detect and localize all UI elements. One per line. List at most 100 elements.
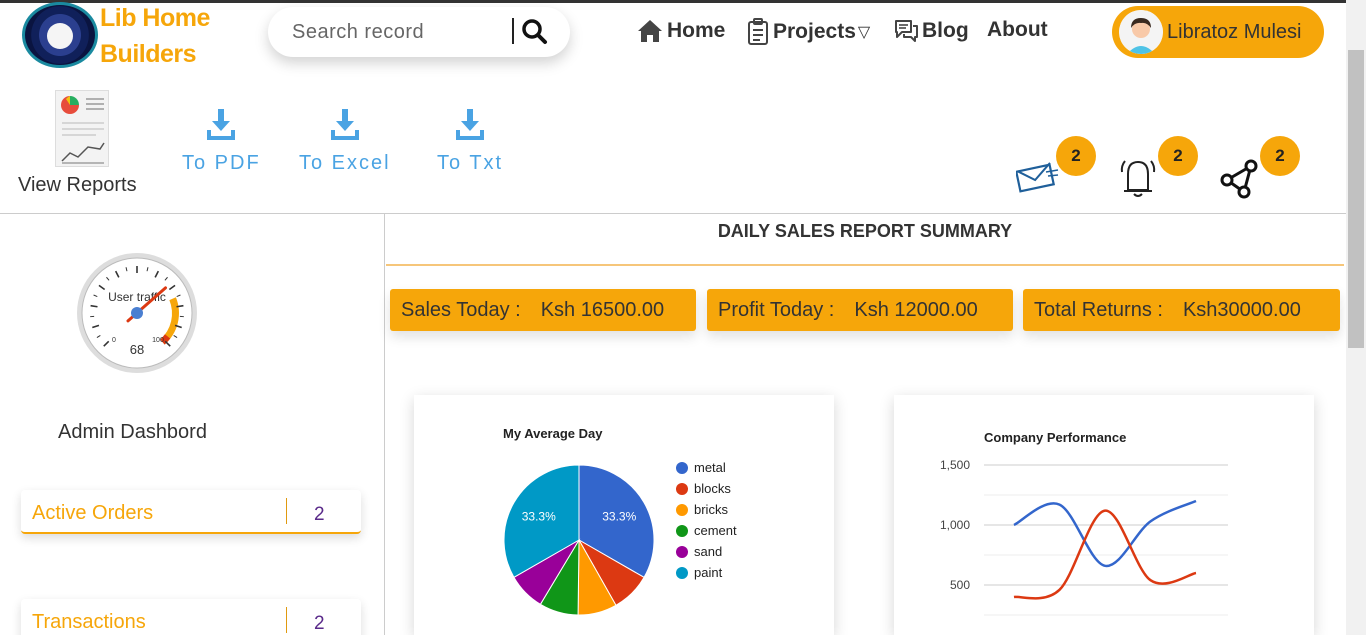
pie-chart-title: My Average Day <box>503 426 603 441</box>
scrollbar-thumb[interactable] <box>1348 50 1364 348</box>
brand-line-2: Builders <box>100 40 197 68</box>
legend-item-paint[interactable]: paint <box>676 562 737 583</box>
bell-icon <box>1120 160 1156 197</box>
gauge-hub <box>131 307 143 319</box>
profit-today-kpi: Profit Today : Ksh 12000.00 <box>707 289 1013 331</box>
legend-swatch <box>676 503 688 516</box>
sales-today-kpi: Sales Today : Ksh 16500.00 <box>390 289 696 331</box>
sidebar-divider <box>384 213 385 635</box>
alerts-button[interactable] <box>1118 142 1160 205</box>
messages-button[interactable] <box>1014 142 1060 199</box>
nav-home[interactable]: Home <box>636 18 725 44</box>
export-pdf-button[interactable]: To PDF <box>182 108 261 175</box>
y-tick-label: 1,500 <box>940 458 970 472</box>
pie-legend: metal blocks bricks cement sand paint <box>676 457 737 583</box>
legend-swatch <box>676 524 688 537</box>
gauge-value: 68 <box>130 342 144 357</box>
search-bar <box>268 7 570 57</box>
legend-label: sand <box>694 544 723 559</box>
page-scrollbar[interactable] <box>1346 0 1366 635</box>
profit-today-label: Profit Today : <box>718 298 835 321</box>
search-icon <box>522 19 547 44</box>
transactions-count: 2 <box>314 613 325 634</box>
card-separator <box>286 498 287 524</box>
page-title: DAILY SALES REPORT SUMMARY <box>717 221 1013 241</box>
brand-name[interactable]: Lib Home Builders <box>100 0 210 72</box>
legend-label: blocks <box>694 481 731 496</box>
download-icon <box>456 109 485 140</box>
chat-bubbles-icon <box>895 20 918 42</box>
profit-today-value: Ksh 12000.00 <box>854 298 978 321</box>
export-txt-label: To Txt <box>437 152 504 174</box>
legend-label: paint <box>694 565 723 580</box>
y-tick-label: 500 <box>950 578 970 592</box>
legend-item-blocks[interactable]: blocks <box>676 478 737 499</box>
legend-swatch <box>676 545 688 558</box>
sidebar-title: Admin Dashbord <box>58 421 207 443</box>
nav-blog[interactable]: Blog <box>893 18 969 44</box>
alerts-count-badge: 2 <box>1158 136 1198 176</box>
search-input[interactable] <box>292 19 507 45</box>
pie-chart: 33.3% 33.3% <box>503 464 655 616</box>
user-avatar-icon <box>1119 10 1163 54</box>
legend-swatch <box>676 461 688 474</box>
gauge-min-label: 0 <box>112 337 116 344</box>
view-reports-button[interactable] <box>55 90 109 167</box>
export-pdf-label: To PDF <box>182 152 261 174</box>
user-traffic-gauge: User traffic 0 100 68 <box>76 252 198 374</box>
legend-swatch <box>676 566 688 579</box>
nav-projects-label: Projects <box>773 20 856 43</box>
gauge-tick <box>176 304 184 308</box>
active-orders-card[interactable]: Active Orders 2 <box>21 490 361 534</box>
gauge-max-label: 100 <box>152 337 164 344</box>
brand-logo[interactable] <box>22 2 98 68</box>
transactions-card[interactable]: Transactions 2 <box>21 599 361 635</box>
legend-label: cement <box>694 523 737 538</box>
section-divider <box>0 213 1346 214</box>
legend-item-bricks[interactable]: bricks <box>676 499 737 520</box>
gauge-tick <box>90 304 98 308</box>
legend-item-cement[interactable]: cement <box>676 520 737 541</box>
active-orders-count: 2 <box>314 504 325 525</box>
brand-line-1: Lib Home <box>100 4 210 32</box>
active-orders-label: Active Orders <box>32 502 154 524</box>
total-returns-kpi: Total Returns : Ksh30000.00 <box>1023 289 1340 331</box>
total-returns-label: Total Returns : <box>1034 298 1163 321</box>
search-separator <box>512 18 514 44</box>
transactions-label: Transactions <box>32 611 146 633</box>
search-button[interactable] <box>520 17 550 47</box>
report-chart-icon <box>61 96 105 164</box>
share-button[interactable] <box>1218 142 1262 205</box>
messages-count-badge: 2 <box>1056 136 1096 176</box>
title-underline <box>386 264 1344 266</box>
download-icon <box>207 109 236 140</box>
nav-blog-label: Blog <box>922 19 969 42</box>
line-chart-card: Company Performance 1,500 1,000 500 <box>894 395 1314 635</box>
view-reports-label[interactable]: View Reports <box>18 174 137 197</box>
mail-icon <box>1014 162 1059 193</box>
nav-projects[interactable]: Projects ▽ <box>746 18 870 46</box>
export-txt-button[interactable]: To Txt <box>437 108 503 175</box>
export-excel-label: To Excel <box>299 152 391 174</box>
pie-slice-label: 33.3% <box>522 510 556 524</box>
line-chart: 1,500 1,000 500 <box>940 458 1228 616</box>
legend-label: bricks <box>694 502 728 517</box>
nav-about-label: About <box>987 18 1048 41</box>
card-separator <box>286 607 287 633</box>
download-icon <box>330 109 359 140</box>
total-returns-value: Ksh30000.00 <box>1182 298 1301 321</box>
home-icon <box>638 20 662 42</box>
user-menu[interactable]: Libratoz Mulesi <box>1112 6 1324 58</box>
nav-home-label: Home <box>667 19 726 42</box>
pie-chart-card: My Average Day 33.3% 33.3% metal blocks bri… <box>414 395 834 635</box>
sales-today-label: Sales Today : <box>401 298 521 321</box>
nav-about[interactable]: About <box>987 18 1048 42</box>
y-tick-label: 1,000 <box>940 518 970 532</box>
share-count-badge: 2 <box>1260 136 1300 176</box>
export-excel-button[interactable]: To Excel <box>299 108 391 175</box>
legend-item-metal[interactable]: metal <box>676 457 737 478</box>
pie-slice-label: 33.3% <box>602 510 636 524</box>
avatar <box>1119 10 1163 54</box>
user-name: Libratoz Mulesi <box>1167 20 1302 43</box>
legend-item-sand[interactable]: sand <box>676 541 737 562</box>
